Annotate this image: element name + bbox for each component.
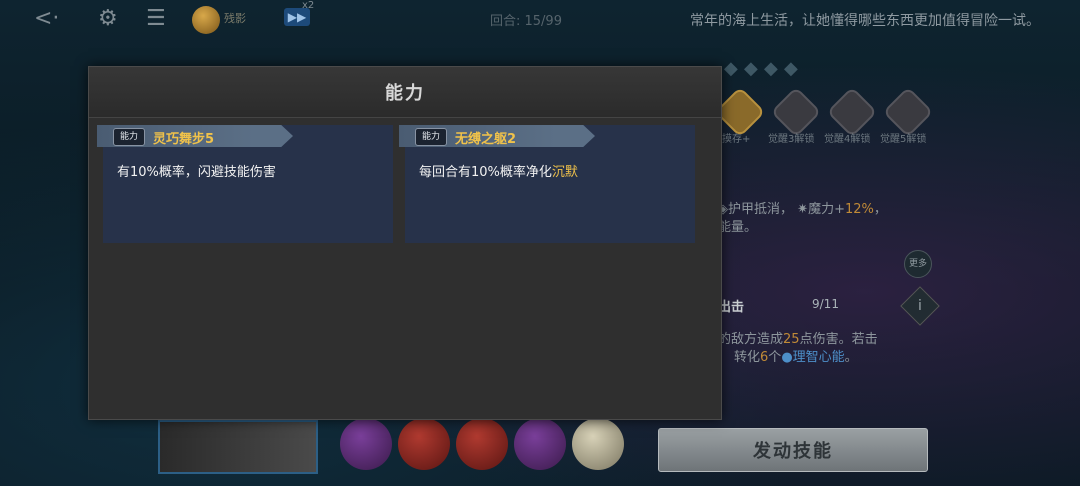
coin-icon [192, 6, 220, 34]
more-button[interactable]: 更多 [904, 250, 932, 278]
menu-icon[interactable]: ☰ [146, 8, 166, 30]
ability-tag: 能力 [415, 128, 447, 146]
passive-line-2: 能量。 [718, 220, 758, 235]
turn-counter: 回合: 15/99 [490, 14, 562, 29]
skill-progress: 9/11 [812, 297, 839, 311]
red-orb-icon[interactable] [398, 418, 450, 470]
unlock-label: 觉醒5解锁 [880, 134, 927, 145]
skill-desc-line: 的敌方造成25点伤害。若击 [718, 332, 878, 347]
magic-icon: ✷ [797, 202, 809, 217]
ability-card: 能力 灵巧舞步5 有10%概率，闪避技能伤害 [97, 125, 393, 243]
red-orb-icon[interactable] [456, 418, 508, 470]
unlock-label: 摸存+ [722, 134, 751, 145]
ability-name: 灵巧舞步5 [153, 132, 215, 147]
top-bar: <· ⚙ ☰ 残影 ▶▶ x2 回合: 15/99 常年的海上生活，让她懂得哪些… [0, 0, 1080, 40]
info-icon: i [918, 298, 922, 314]
ability-tag: 能力 [113, 128, 145, 146]
ability-desc: 有10%概率，闪避技能伤害 [117, 165, 276, 180]
purple-orb-icon[interactable] [514, 418, 566, 470]
star-icon: ◆ [724, 58, 738, 79]
passive-line: ◈护甲抵消， ✷魔力+12%， [718, 202, 887, 217]
sanity-icon: ● [781, 350, 793, 365]
ability-name: 无缚之躯2 [455, 132, 517, 147]
ability-modal: 能力 能力 灵巧舞步5 有10%概率，闪避技能伤害 能力 无缚之躯2 每回合有1… [88, 66, 722, 420]
story-text: 常年的海上生活，让她懂得哪些东西更加值得冒险一试。 [690, 13, 1040, 29]
ability-card: 能力 无缚之躯2 每回合有10%概率净化沉默 [399, 125, 695, 243]
coin-label: 残影 [224, 12, 246, 25]
gear-icon[interactable]: ⚙ [98, 8, 118, 30]
white-orb-icon[interactable] [572, 418, 624, 470]
unlock-label: 觉醒4解锁 [824, 134, 871, 145]
star-icon: ◆ [784, 58, 798, 79]
modal-header: 能力 [89, 67, 721, 118]
skill-desc-line-2: 转化6个●理智心能。 [734, 350, 858, 365]
star-icon: ◆ [764, 58, 778, 79]
hero-portrait[interactable] [158, 420, 318, 474]
modal-title: 能力 [385, 83, 425, 104]
back-arrow-icon[interactable]: <· [34, 8, 59, 30]
activate-skill-button[interactable]: 发动技能 [658, 428, 928, 472]
speed-multiplier: x2 [302, 0, 315, 11]
ability-desc: 每回合有10%概率净化沉默 [419, 165, 578, 180]
unlock-label: 觉醒3解锁 [768, 134, 815, 145]
star-icon: ◆ [744, 58, 758, 79]
purple-orb-icon[interactable] [340, 418, 392, 470]
